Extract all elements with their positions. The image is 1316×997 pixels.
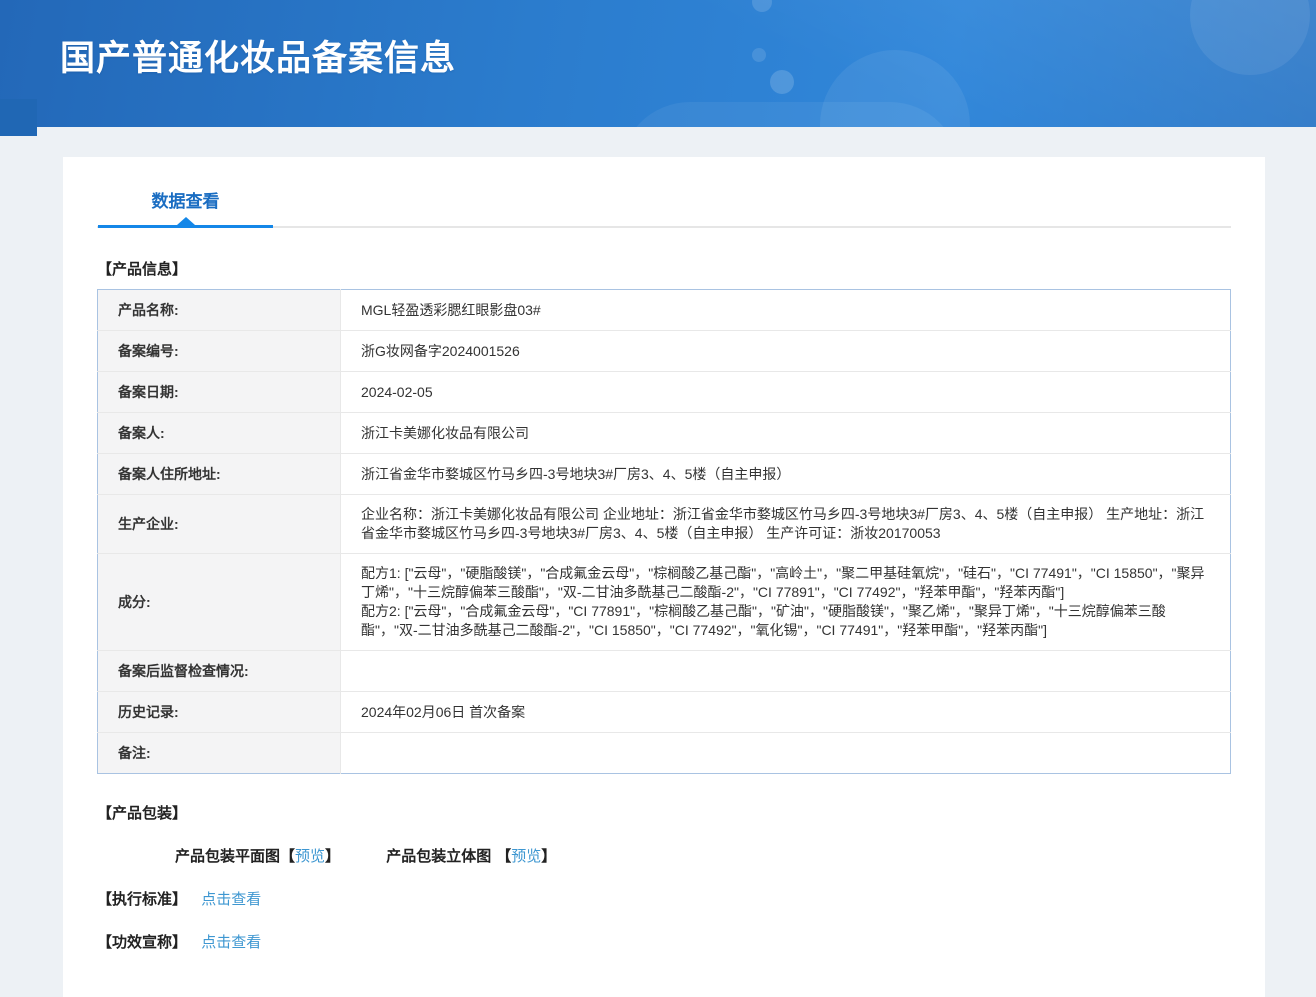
active-tab-pointer-icon [176, 217, 195, 225]
row-label: 历史记录: [97, 691, 341, 733]
packaging-row: 产品包装平面图【预览】 产品包装立体图 【预览】 [175, 845, 1231, 866]
tab-data-view-label: 数据查看 [151, 192, 220, 211]
banner-decoration-dot [752, 0, 772, 12]
row-value: 企业名称：浙江卡美娜化妆品有限公司 企业地址：浙江省金华市婺城区竹马乡四-3号地… [340, 494, 1231, 554]
preview-link-flat[interactable]: 预览 [295, 848, 325, 865]
value-line: 配方2: ["云母"，"合成氟金云母"，"CI 77891"，"棕榈酸乙基己酯"… [361, 603, 1166, 638]
section-product-info-heading: 【产品信息】 [97, 261, 188, 278]
row-value: 配方1: ["云母"，"硬脂酸镁"，"合成氟金云母"，"棕榈酸乙基己酯"，"高岭… [340, 553, 1231, 651]
row-label: 备案编号: [97, 330, 341, 372]
tab-data-view[interactable]: 数据查看 [98, 187, 273, 228]
row-label: 产品名称: [97, 289, 341, 331]
row-value: 浙江省金华市婺城区竹马乡四-3号地块3#厂房3、4、5楼（自主申报） [340, 453, 1231, 495]
value-line: 配方1: ["云母"，"硬脂酸镁"，"合成氟金云母"，"棕榈酸乙基己酯"，"高岭… [361, 565, 1205, 600]
table-row: 历史记录: 2024年02月06日 首次备案 [97, 691, 1231, 733]
view-standard-link[interactable]: 点击查看 [201, 891, 261, 908]
bracket-open: 【 [280, 848, 296, 865]
content-card: 数据查看 【产品信息】 产品名称: MGL轻盈透彩腮红眼影盘03# 备案编号: … [63, 157, 1265, 997]
row-label: 生产企业: [97, 494, 341, 554]
table-row: 备案日期: 2024-02-05 [97, 371, 1231, 413]
row-value: 2024年02月06日 首次备案 [340, 691, 1231, 733]
banner-decoration-circle [820, 50, 970, 127]
table-row: 备案编号: 浙G妆网备字2024001526 [97, 330, 1231, 372]
banner-corner-decoration [0, 99, 37, 136]
table-row: 备案人住所地址: 浙江省金华市婺城区竹马乡四-3号地块3#厂房3、4、5楼（自主… [97, 453, 1231, 495]
row-label: 备案人住所地址: [97, 453, 341, 495]
bracket-close: 】 [325, 848, 341, 865]
efficacy-claim-label: 【功效宣称】 [97, 934, 188, 951]
banner-decoration-dot [752, 48, 766, 62]
page-title: 国产普通化妆品备案信息 [60, 39, 457, 78]
table-row: 生产企业: 企业名称：浙江卡美娜化妆品有限公司 企业地址：浙江省金华市婺城区竹马… [97, 494, 1231, 554]
packaging-stereo-label: 产品包装立体图 [386, 848, 492, 865]
row-value: 2024-02-05 [340, 371, 1231, 413]
page-header: 国产普通化妆品备案信息 [0, 0, 1316, 127]
row-value: 浙G妆网备字2024001526 [340, 330, 1231, 372]
packaging-flat-label: 产品包装平面图 [175, 848, 281, 865]
row-value [341, 733, 1231, 774]
execution-standard-label: 【执行标准】 [97, 891, 188, 908]
table-row: 备案人: 浙江卡美娜化妆品有限公司 [97, 412, 1231, 454]
table-row: 产品名称: MGL轻盈透彩腮红眼影盘03# [97, 289, 1231, 331]
table-row: 备注: [97, 732, 1231, 774]
row-value: MGL轻盈透彩腮红眼影盘03# [340, 289, 1231, 331]
row-label: 备案日期: [97, 371, 341, 413]
table-row: 备案后监督检查情况: [97, 650, 1231, 692]
row-label: 备案人: [97, 412, 341, 454]
bracket-close: 】 [541, 848, 557, 865]
banner-decoration-dot [770, 70, 794, 94]
view-efficacy-link[interactable]: 点击查看 [201, 934, 261, 951]
section-product-packaging-heading: 【产品包装】 [97, 805, 188, 822]
row-label: 备注: [97, 732, 341, 774]
bracket-open: 【 [496, 848, 512, 865]
efficacy-claim-row: 【功效宣称】 点击查看 [97, 931, 1231, 952]
product-info-table: 产品名称: MGL轻盈透彩腮红眼影盘03# 备案编号: 浙G妆网备字202400… [97, 289, 1231, 774]
packaging-flat-group: 产品包装平面图【预览】 [175, 845, 340, 866]
row-label: 备案后监督检查情况: [97, 650, 341, 692]
packaging-stereo-group: 产品包装立体图 【预览】 [386, 845, 556, 866]
row-value: 浙江卡美娜化妆品有限公司 [340, 412, 1231, 454]
execution-standard-row: 【执行标准】 点击查看 [97, 888, 1231, 909]
preview-link-stereo[interactable]: 预览 [511, 848, 541, 865]
table-row: 成分: 配方1: ["云母"，"硬脂酸镁"，"合成氟金云母"，"棕榈酸乙基己酯"… [97, 553, 1231, 651]
row-label: 成分: [97, 553, 341, 651]
row-value [340, 650, 1231, 692]
tab-bar: 数据查看 [97, 187, 1231, 228]
banner-decoration-circle [1190, 0, 1310, 75]
